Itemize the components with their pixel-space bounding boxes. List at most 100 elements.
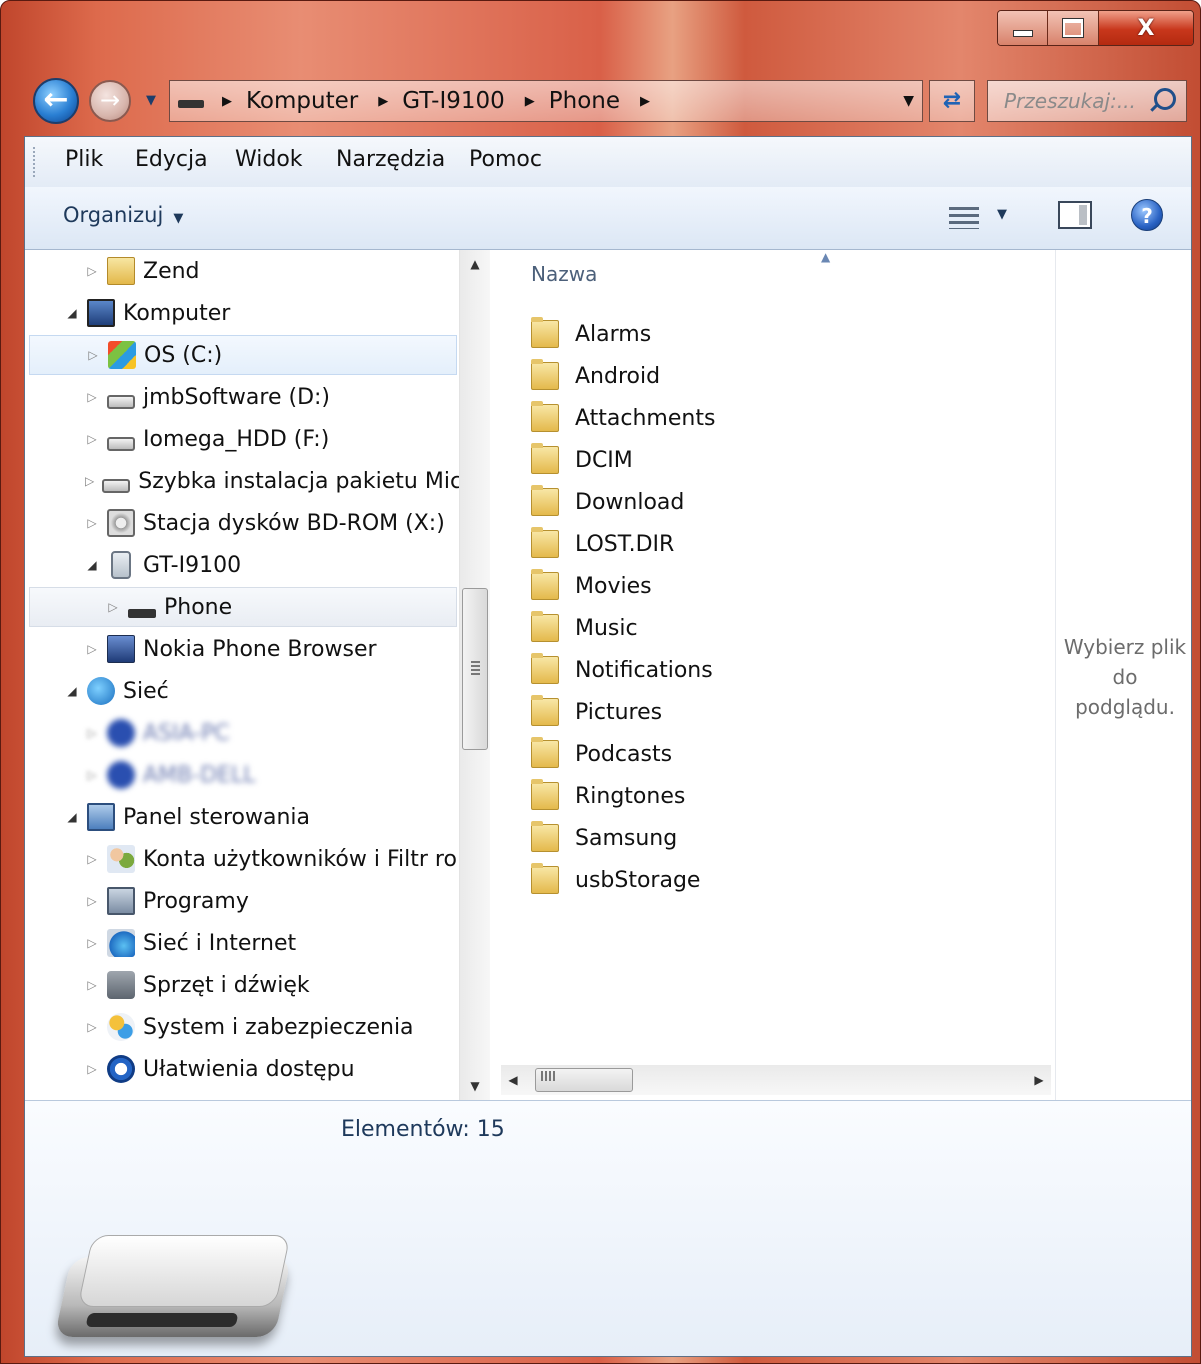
expand-arrow-icon[interactable]: ▷ <box>85 936 99 950</box>
address-bar[interactable]: ▶ Komputer ▶ GT-I9100 ▶ Phone ▶ ▼ <box>169 80 923 122</box>
expand-arrow-icon[interactable]: ▷ <box>85 852 99 866</box>
expand-arrow-icon[interactable]: ▷ <box>85 390 99 404</box>
breadcrumb-komputer[interactable]: Komputer <box>246 88 358 114</box>
expand-arrow-icon[interactable]: ▷ <box>85 1020 99 1034</box>
chevron-right-icon[interactable]: ▶ <box>222 94 232 109</box>
address-history-dropdown[interactable]: ▼ <box>903 93 914 109</box>
file-row-attachments[interactable]: Attachments <box>531 398 715 438</box>
tree-item-network-pc[interactable]: ▷ AMB-DELL <box>85 755 455 795</box>
preview-pane-toggle[interactable] <box>1058 201 1092 229</box>
collapse-arrow-icon[interactable]: ◢ <box>65 810 79 824</box>
scroll-left-icon[interactable]: ◀ <box>501 1065 525 1095</box>
tree-item-network[interactable]: ◢ Sieć <box>65 671 455 711</box>
tree-item-phone[interactable]: ▷ Phone <box>29 587 457 627</box>
scroll-up-icon[interactable]: ▲ <box>460 250 490 278</box>
file-row-download[interactable]: Download <box>531 482 684 522</box>
tree-item-zend[interactable]: ▷ Zend <box>85 251 455 291</box>
back-button[interactable]: ← <box>33 78 79 124</box>
file-row-pictures[interactable]: Pictures <box>531 692 662 732</box>
menu-help[interactable]: Pomoc <box>469 147 542 172</box>
system-security-icon <box>107 1013 135 1041</box>
preview-message: Wybierz plik do podglądu. <box>1056 632 1191 722</box>
chevron-right-icon[interactable]: ▶ <box>640 94 650 109</box>
tree-item-bd-rom[interactable]: ▷ Stacja dysków BD-ROM (X:) <box>85 503 455 543</box>
scroll-right-icon[interactable]: ▶ <box>1027 1065 1051 1095</box>
user-accounts-icon <box>107 845 135 873</box>
breadcrumb-gt-i9100[interactable]: GT-I9100 <box>402 88 505 114</box>
search-input[interactable] <box>988 81 1148 121</box>
tree-label: OS (C:) <box>144 342 223 368</box>
expand-arrow-icon[interactable]: ▷ <box>85 1062 99 1076</box>
file-row-podcasts[interactable]: Podcasts <box>531 734 672 774</box>
chevron-right-icon[interactable]: ▶ <box>378 94 388 109</box>
tree-item-komputer[interactable]: ◢ Komputer <box>65 293 455 333</box>
file-row-movies[interactable]: Movies <box>531 566 652 606</box>
file-list-scrollbar[interactable]: ◀ ▶ <box>501 1065 1051 1095</box>
file-row-notifications[interactable]: Notifications <box>531 650 713 690</box>
file-row-android[interactable]: Android <box>531 356 660 396</box>
expand-arrow-icon[interactable]: ▷ <box>106 600 120 614</box>
change-view-button[interactable]: ▼ <box>945 205 1015 233</box>
expand-arrow-icon[interactable]: ▷ <box>86 348 100 362</box>
forward-button[interactable]: → <box>89 80 131 122</box>
recent-pages-dropdown[interactable]: ▼ <box>146 93 156 108</box>
file-row-dcim[interactable]: DCIM <box>531 440 633 480</box>
chevron-down-icon[interactable]: ▼ <box>997 207 1007 222</box>
item-count: Elementów: 15 <box>341 1117 505 1142</box>
search-box[interactable] <box>987 80 1187 122</box>
search-icon[interactable] <box>1154 88 1176 110</box>
tree-item-drive-f[interactable]: ▷ Iomega_HDD (F:) <box>85 419 455 459</box>
tree-item-programs[interactable]: ▷ Programy <box>85 881 455 921</box>
file-row-lost-dir[interactable]: LOST.DIR <box>531 524 674 564</box>
collapse-arrow-icon[interactable]: ◢ <box>65 684 79 698</box>
file-row-alarms[interactable]: Alarms <box>531 314 651 354</box>
help-button[interactable]: ? <box>1131 199 1163 231</box>
folder-icon <box>531 737 559 768</box>
menu-view[interactable]: Widok <box>235 147 303 172</box>
breadcrumb-phone[interactable]: Phone <box>549 88 620 114</box>
minimize-button[interactable] <box>998 11 1049 45</box>
tree-item-gt-i9100[interactable]: ◢ GT-I9100 <box>85 545 455 585</box>
file-row-ringtones[interactable]: Ringtones <box>531 776 685 816</box>
preview-line: Wybierz plik <box>1063 635 1187 659</box>
expand-arrow-icon[interactable]: ▷ <box>85 642 99 656</box>
collapse-arrow-icon[interactable]: ◢ <box>65 306 79 320</box>
chevron-right-icon[interactable]: ▶ <box>525 94 535 109</box>
tree-item-user-accounts[interactable]: ▷ Konta użytkowników i Filtr ro <box>85 839 459 879</box>
refresh-button[interactable]: ⇄ <box>929 80 975 122</box>
tree-item-hardware-sound[interactable]: ▷ Sprzęt i dźwięk <box>85 965 455 1005</box>
column-header-name[interactable]: Nazwa <box>531 262 597 286</box>
folder-icon <box>531 485 559 516</box>
expand-arrow-icon[interactable]: ▷ <box>85 432 99 446</box>
tree-item-network-internet[interactable]: ▷ Sieć i Internet <box>85 923 455 963</box>
expand-arrow-icon[interactable]: ▷ <box>85 726 99 740</box>
menu-file[interactable]: Plik <box>65 147 103 172</box>
collapse-arrow-icon[interactable]: ◢ <box>85 558 99 572</box>
close-button[interactable]: X <box>1098 11 1193 45</box>
maximize-button[interactable] <box>1048 11 1099 45</box>
help-icon: ? <box>1141 204 1153 228</box>
tree-item-control-panel[interactable]: ◢ Panel sterowania <box>65 797 455 837</box>
tree-item-os-c[interactable]: ▷ OS (C:) <box>29 335 457 375</box>
tree-item-network-pc[interactable]: ▷ ASIA-PC <box>85 713 455 753</box>
expand-arrow-icon[interactable]: ▷ <box>85 474 94 488</box>
expand-arrow-icon[interactable]: ▷ <box>85 516 99 530</box>
file-row-usbstorage[interactable]: usbStorage <box>531 860 700 900</box>
tree-item-accessibility[interactable]: ▷ Ułatwienia dostępu <box>85 1049 455 1089</box>
scroll-down-icon[interactable]: ▼ <box>460 1072 490 1100</box>
file-row-samsung[interactable]: Samsung <box>531 818 677 858</box>
tree-item-office-install[interactable]: ▷ Szybka instalacja pakietu Mic <box>85 461 459 501</box>
menu-tools[interactable]: Narzędzia <box>336 147 445 172</box>
expand-arrow-icon[interactable]: ▷ <box>85 264 99 278</box>
expand-arrow-icon[interactable]: ▷ <box>85 768 99 782</box>
tree-item-drive-d[interactable]: ▷ jmbSoftware (D:) <box>85 377 455 417</box>
file-row-music[interactable]: Music <box>531 608 638 648</box>
expand-arrow-icon[interactable]: ▷ <box>85 978 99 992</box>
organize-button[interactable]: Organizuj ▼ <box>63 203 183 227</box>
scrollbar-thumb[interactable] <box>462 588 488 750</box>
navigation-scrollbar[interactable]: ▲ ▼ <box>459 250 490 1100</box>
expand-arrow-icon[interactable]: ▷ <box>85 894 99 908</box>
menu-edit[interactable]: Edycja <box>135 147 208 172</box>
tree-item-nokia-browser[interactable]: ▷ Nokia Phone Browser <box>85 629 455 669</box>
tree-item-system-security[interactable]: ▷ System i zabezpieczenia <box>85 1007 455 1047</box>
